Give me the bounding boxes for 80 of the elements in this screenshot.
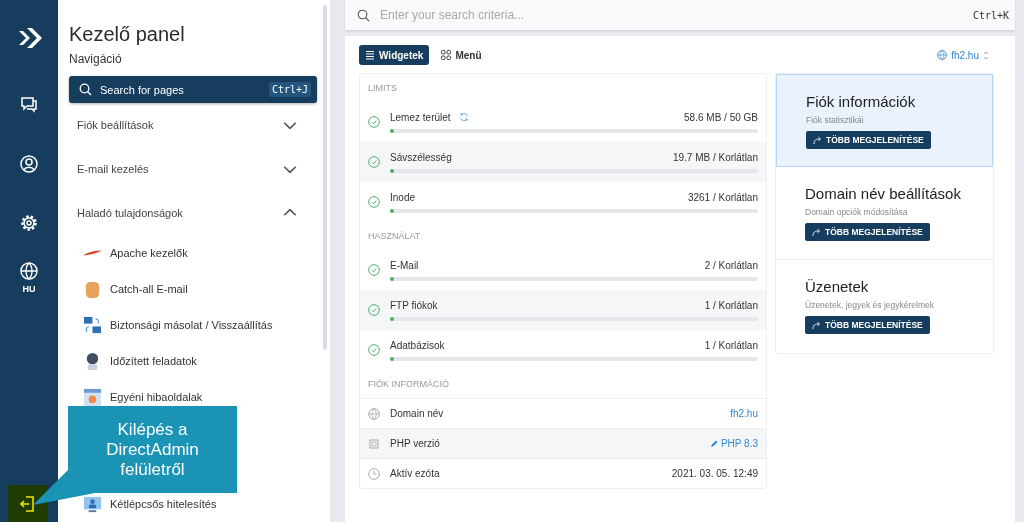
page-search-field[interactable]: Search for pages xyxy=(92,83,269,96)
card-subtitle: Üzenetek, jegyek és jegykérelmek xyxy=(805,300,935,310)
section-heading: HASZNÁLAT xyxy=(367,230,422,243)
card-subtitle: Fiók statisztikái xyxy=(806,115,865,125)
usage-label: E-Mail xyxy=(390,259,419,271)
search-field[interactable]: Enter your search criteria... xyxy=(370,7,973,23)
scrollbar[interactable] xyxy=(323,5,327,350)
usage-value: 1 / Korlátlan xyxy=(704,299,758,311)
usage-label: Inode xyxy=(390,191,416,203)
info-card[interactable]: Fiók információk Fiók statisztikái TÖBB MEGJELENÍTÉSE xyxy=(776,74,993,167)
nav-link[interactable]: Biztonsági másolat / Visszaállítás xyxy=(110,319,273,331)
globe-icon xyxy=(368,407,380,420)
domain-selector[interactable]: fh2.hu xyxy=(931,48,995,62)
nav-link[interactable]: Időzített feladatok xyxy=(110,355,197,367)
panel-title: Kezelő panel xyxy=(69,23,186,46)
sort-arrows-icon xyxy=(983,50,989,60)
settings-icon[interactable] xyxy=(19,213,39,233)
usage-label: Adatbázisok xyxy=(390,339,445,351)
nav-link[interactable]: Kétlépcsős hitelesítés xyxy=(110,498,217,510)
accordion-header[interactable]: Fiók beállítások xyxy=(69,103,317,147)
pencil-icon[interactable] xyxy=(709,439,718,448)
view-tab[interactable]: Widgetek xyxy=(359,45,430,65)
clock-icon xyxy=(368,467,380,480)
nav-link[interactable]: Catch-all E-mail xyxy=(110,283,188,295)
info-label: Domain név xyxy=(390,408,444,419)
nav-link[interactable]: Apache kezelők xyxy=(110,247,188,259)
globe-icon[interactable] xyxy=(19,261,39,281)
share-arrow-icon xyxy=(812,320,821,330)
share-arrow-icon xyxy=(813,135,822,145)
panel-subtitle: Navigáció xyxy=(69,52,123,66)
info-value: 2021. 03. 05. 12:49 xyxy=(671,468,758,479)
feather-icon xyxy=(83,250,102,256)
view-tab[interactable]: Menü xyxy=(435,45,488,65)
chevron-down-icon xyxy=(283,165,297,173)
page-search-bar[interactable]: Search for pages Ctrl+J xyxy=(69,76,317,103)
search-icon xyxy=(357,8,370,22)
chip-icon xyxy=(368,437,380,450)
usage-label: FTP fiókok xyxy=(390,299,438,311)
card-title: Üzenetek xyxy=(805,278,870,295)
usage-label: Lemez terület xyxy=(390,111,451,123)
logout-icon xyxy=(19,494,37,513)
accordion-header[interactable]: Haladó tulajdonságok xyxy=(69,191,317,235)
user-icon[interactable] xyxy=(19,154,39,174)
usage-label: Sávszélesség xyxy=(390,151,452,163)
shortcut-hint: Ctrl+J xyxy=(268,82,311,97)
show-more-button[interactable]: TÖBB MEGJELENÍTÉSE xyxy=(806,131,931,149)
info-card[interactable]: Domain név beállítások Domain opciók módosítása TÖBB MEGJELENÍTÉSE xyxy=(776,167,993,260)
accordion-header[interactable]: E-mail kezelés xyxy=(69,147,317,191)
section-heading: FIÓK INFORMÁCIÓ xyxy=(367,378,450,391)
usage-value: 1 / Korlátlan xyxy=(704,339,758,351)
monitor-user-icon xyxy=(83,494,102,514)
usage-value: 3261 / Korlátlan xyxy=(687,191,758,203)
search-icon xyxy=(79,83,92,96)
shortcut-hint: Ctrl+K xyxy=(972,9,1009,21)
php-version-link[interactable]: PHP 8.3 xyxy=(720,438,758,449)
list-icon xyxy=(365,50,375,60)
error-page-icon xyxy=(83,387,102,407)
info-label: PHP verzió xyxy=(390,438,440,449)
search-bar[interactable]: Enter your search criteria... Ctrl+K xyxy=(345,0,1015,30)
usage-value: 58.6 MB / 50 GB xyxy=(684,111,758,123)
globe-icon xyxy=(937,50,948,60)
card-title: Fiók információk xyxy=(806,93,917,110)
section-heading: LIMITS xyxy=(367,82,398,95)
chat-icon[interactable] xyxy=(19,94,39,114)
logout-button[interactable] xyxy=(8,485,48,522)
info-label: Aktív ezóta xyxy=(390,468,440,479)
chevron-up-icon xyxy=(283,209,297,217)
grid-icon xyxy=(441,50,452,60)
language-label[interactable]: HU xyxy=(22,284,36,294)
card-subtitle: Domain opciók módosítása xyxy=(805,207,909,217)
domain-link[interactable]: fh2.hu xyxy=(730,408,758,419)
chevron-down-icon xyxy=(283,121,297,129)
share-arrow-icon xyxy=(812,227,821,237)
show-more-button[interactable]: TÖBB MEGJELENÍTÉSE xyxy=(805,223,930,241)
card-title: Domain név beállítások xyxy=(805,185,962,202)
show-more-button[interactable]: TÖBB MEGJELENÍTÉSE xyxy=(805,316,930,334)
info-card[interactable]: Üzenetek Üzenetek, jegyek és jegykérelmek TÖBB MEGJELENÍTÉSE xyxy=(776,260,993,353)
nav-link[interactable]: Egyéni hibaoldalak xyxy=(110,391,203,403)
usage-value: 2 / Korlátlan xyxy=(704,259,758,271)
usage-value: 19.7 MB / Korlátlan xyxy=(672,151,758,163)
